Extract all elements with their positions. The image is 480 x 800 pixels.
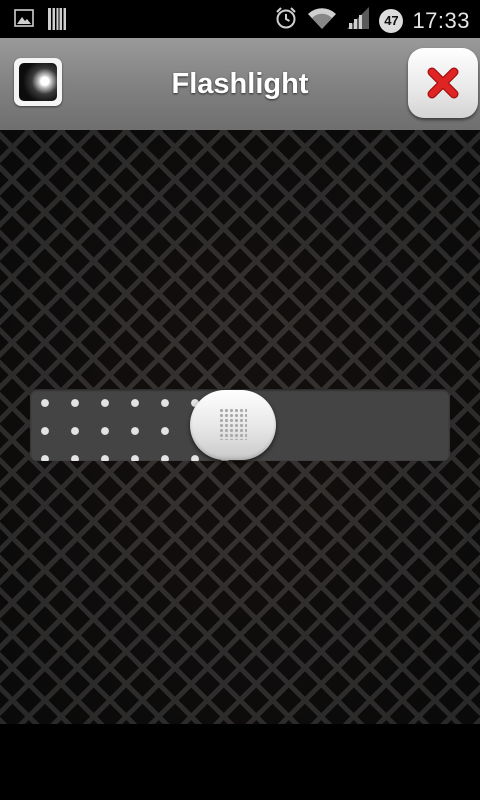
image-icon [14,8,34,35]
alarm-icon [274,6,298,35]
system-icons: 47 17:33 [274,6,470,35]
notification-count-badge: 47 [379,8,404,33]
title-bar: Flashlight [0,38,480,130]
bottom-bar [0,724,480,800]
barcode-icon [48,8,66,35]
notification-icons [14,8,66,35]
close-button[interactable] [408,48,478,118]
status-bar: 47 17:33 [0,0,480,38]
flashlight-switch-thumb[interactable] [190,390,276,460]
grip-dots-icon [219,408,247,440]
clock: 17:33 [412,7,470,33]
wifi-icon [307,6,337,35]
close-icon [427,67,459,99]
signal-icon [346,6,370,35]
